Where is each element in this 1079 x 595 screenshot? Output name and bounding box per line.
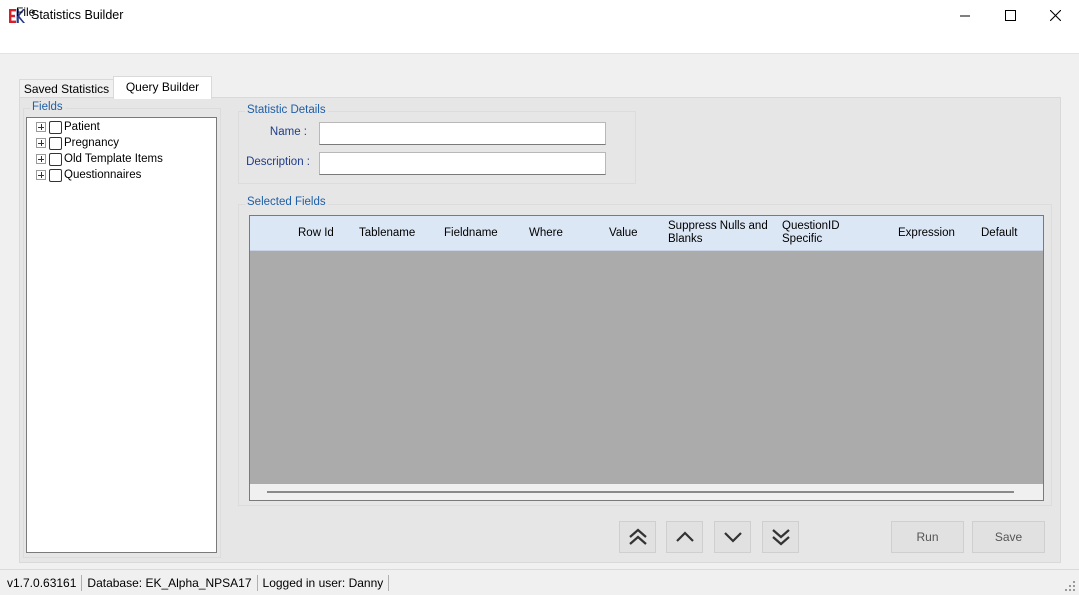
col-default[interactable]: Default	[981, 216, 1036, 250]
move-down-button[interactable]	[714, 521, 751, 553]
tree-item-pregnancy[interactable]: Pregnancy	[27, 135, 119, 151]
tree-item-label: Patient	[64, 121, 100, 133]
maximize-button[interactable]	[987, 0, 1033, 31]
name-input[interactable]	[319, 122, 606, 145]
col-value[interactable]: Value	[609, 216, 664, 250]
expand-icon[interactable]	[36, 154, 46, 164]
chevron-down-icon	[723, 532, 742, 543]
window-title: Statistics Builder	[31, 8, 124, 22]
run-button[interactable]: Run	[891, 521, 964, 553]
chevron-up-icon	[675, 531, 694, 542]
status-bar: v1.7.0.63161 Database: EK_Alpha_NPSA17 L…	[0, 569, 1079, 595]
tree-checkbox[interactable]	[49, 136, 62, 150]
expand-icon[interactable]	[36, 170, 46, 180]
menu-file[interactable]: File	[16, 5, 35, 19]
col-row-id[interactable]: Row Id	[298, 216, 348, 250]
minimize-icon	[960, 15, 970, 16]
col-questionid-specific[interactable]: QuestionID Specific	[782, 216, 862, 250]
double-chevron-up-icon	[628, 528, 647, 545]
save-button[interactable]: Save	[972, 521, 1045, 553]
tree-item-patient[interactable]: Patient	[27, 119, 100, 135]
tree-item-label: Old Template Items	[64, 153, 163, 165]
horizontal-scrollbar[interactable]	[250, 484, 1043, 500]
close-button[interactable]	[1032, 0, 1078, 31]
name-label: Name :	[269, 126, 307, 138]
tab-saved-statistics[interactable]: Saved Statistics	[19, 79, 114, 98]
status-database: Database: EK_Alpha_NPSA17	[82, 574, 258, 591]
description-label: Description :	[246, 156, 310, 168]
close-icon	[1049, 10, 1061, 21]
selected-fields-legend: Selected Fields	[245, 196, 328, 208]
col-where[interactable]: Where	[529, 216, 589, 250]
tab-query-builder[interactable]: Query Builder	[113, 76, 212, 99]
scrollbar-thumb[interactable]	[267, 491, 1014, 493]
col-tablename[interactable]: Tablename	[359, 216, 439, 250]
tree-checkbox[interactable]	[49, 120, 62, 134]
tree-item-label: Pregnancy	[64, 137, 119, 149]
tree-checkbox[interactable]	[49, 168, 62, 182]
minimize-button[interactable]	[942, 0, 988, 31]
selected-fields-grid[interactable]: Row Id Tablename Fieldname Where Value S…	[249, 215, 1044, 501]
col-fieldname[interactable]: Fieldname	[444, 216, 524, 250]
fields-legend: Fields	[30, 101, 65, 113]
tree-item-questionnaires[interactable]: Questionnaires	[27, 167, 141, 183]
expand-icon[interactable]	[36, 122, 46, 132]
move-bottom-button[interactable]	[762, 521, 799, 553]
tree-item-old-template-items[interactable]: Old Template Items	[27, 151, 163, 167]
menu-bar	[0, 31, 1079, 54]
move-up-button[interactable]	[666, 521, 703, 553]
col-suppress-nulls[interactable]: Suppress Nulls and Blanks	[668, 216, 768, 250]
title-bar	[0, 0, 1079, 31]
resize-grip-icon[interactable]	[1065, 581, 1075, 591]
col-expression[interactable]: Expression	[898, 216, 968, 250]
expand-icon[interactable]	[36, 138, 46, 148]
grid-row-header-corner	[250, 216, 293, 250]
double-chevron-down-icon	[771, 529, 790, 546]
tree-item-label: Questionnaires	[64, 169, 142, 181]
fields-tree[interactable]: Patient Pregnancy Old Template Items Que…	[26, 117, 217, 553]
status-user: Logged in user: Danny	[258, 574, 390, 591]
statistic-details-legend: Statistic Details	[245, 104, 328, 116]
move-top-button[interactable]	[619, 521, 656, 553]
description-input[interactable]	[319, 152, 606, 175]
maximize-icon	[1004, 10, 1016, 21]
tree-checkbox[interactable]	[49, 152, 62, 166]
status-version: v1.7.0.63161	[0, 574, 83, 591]
